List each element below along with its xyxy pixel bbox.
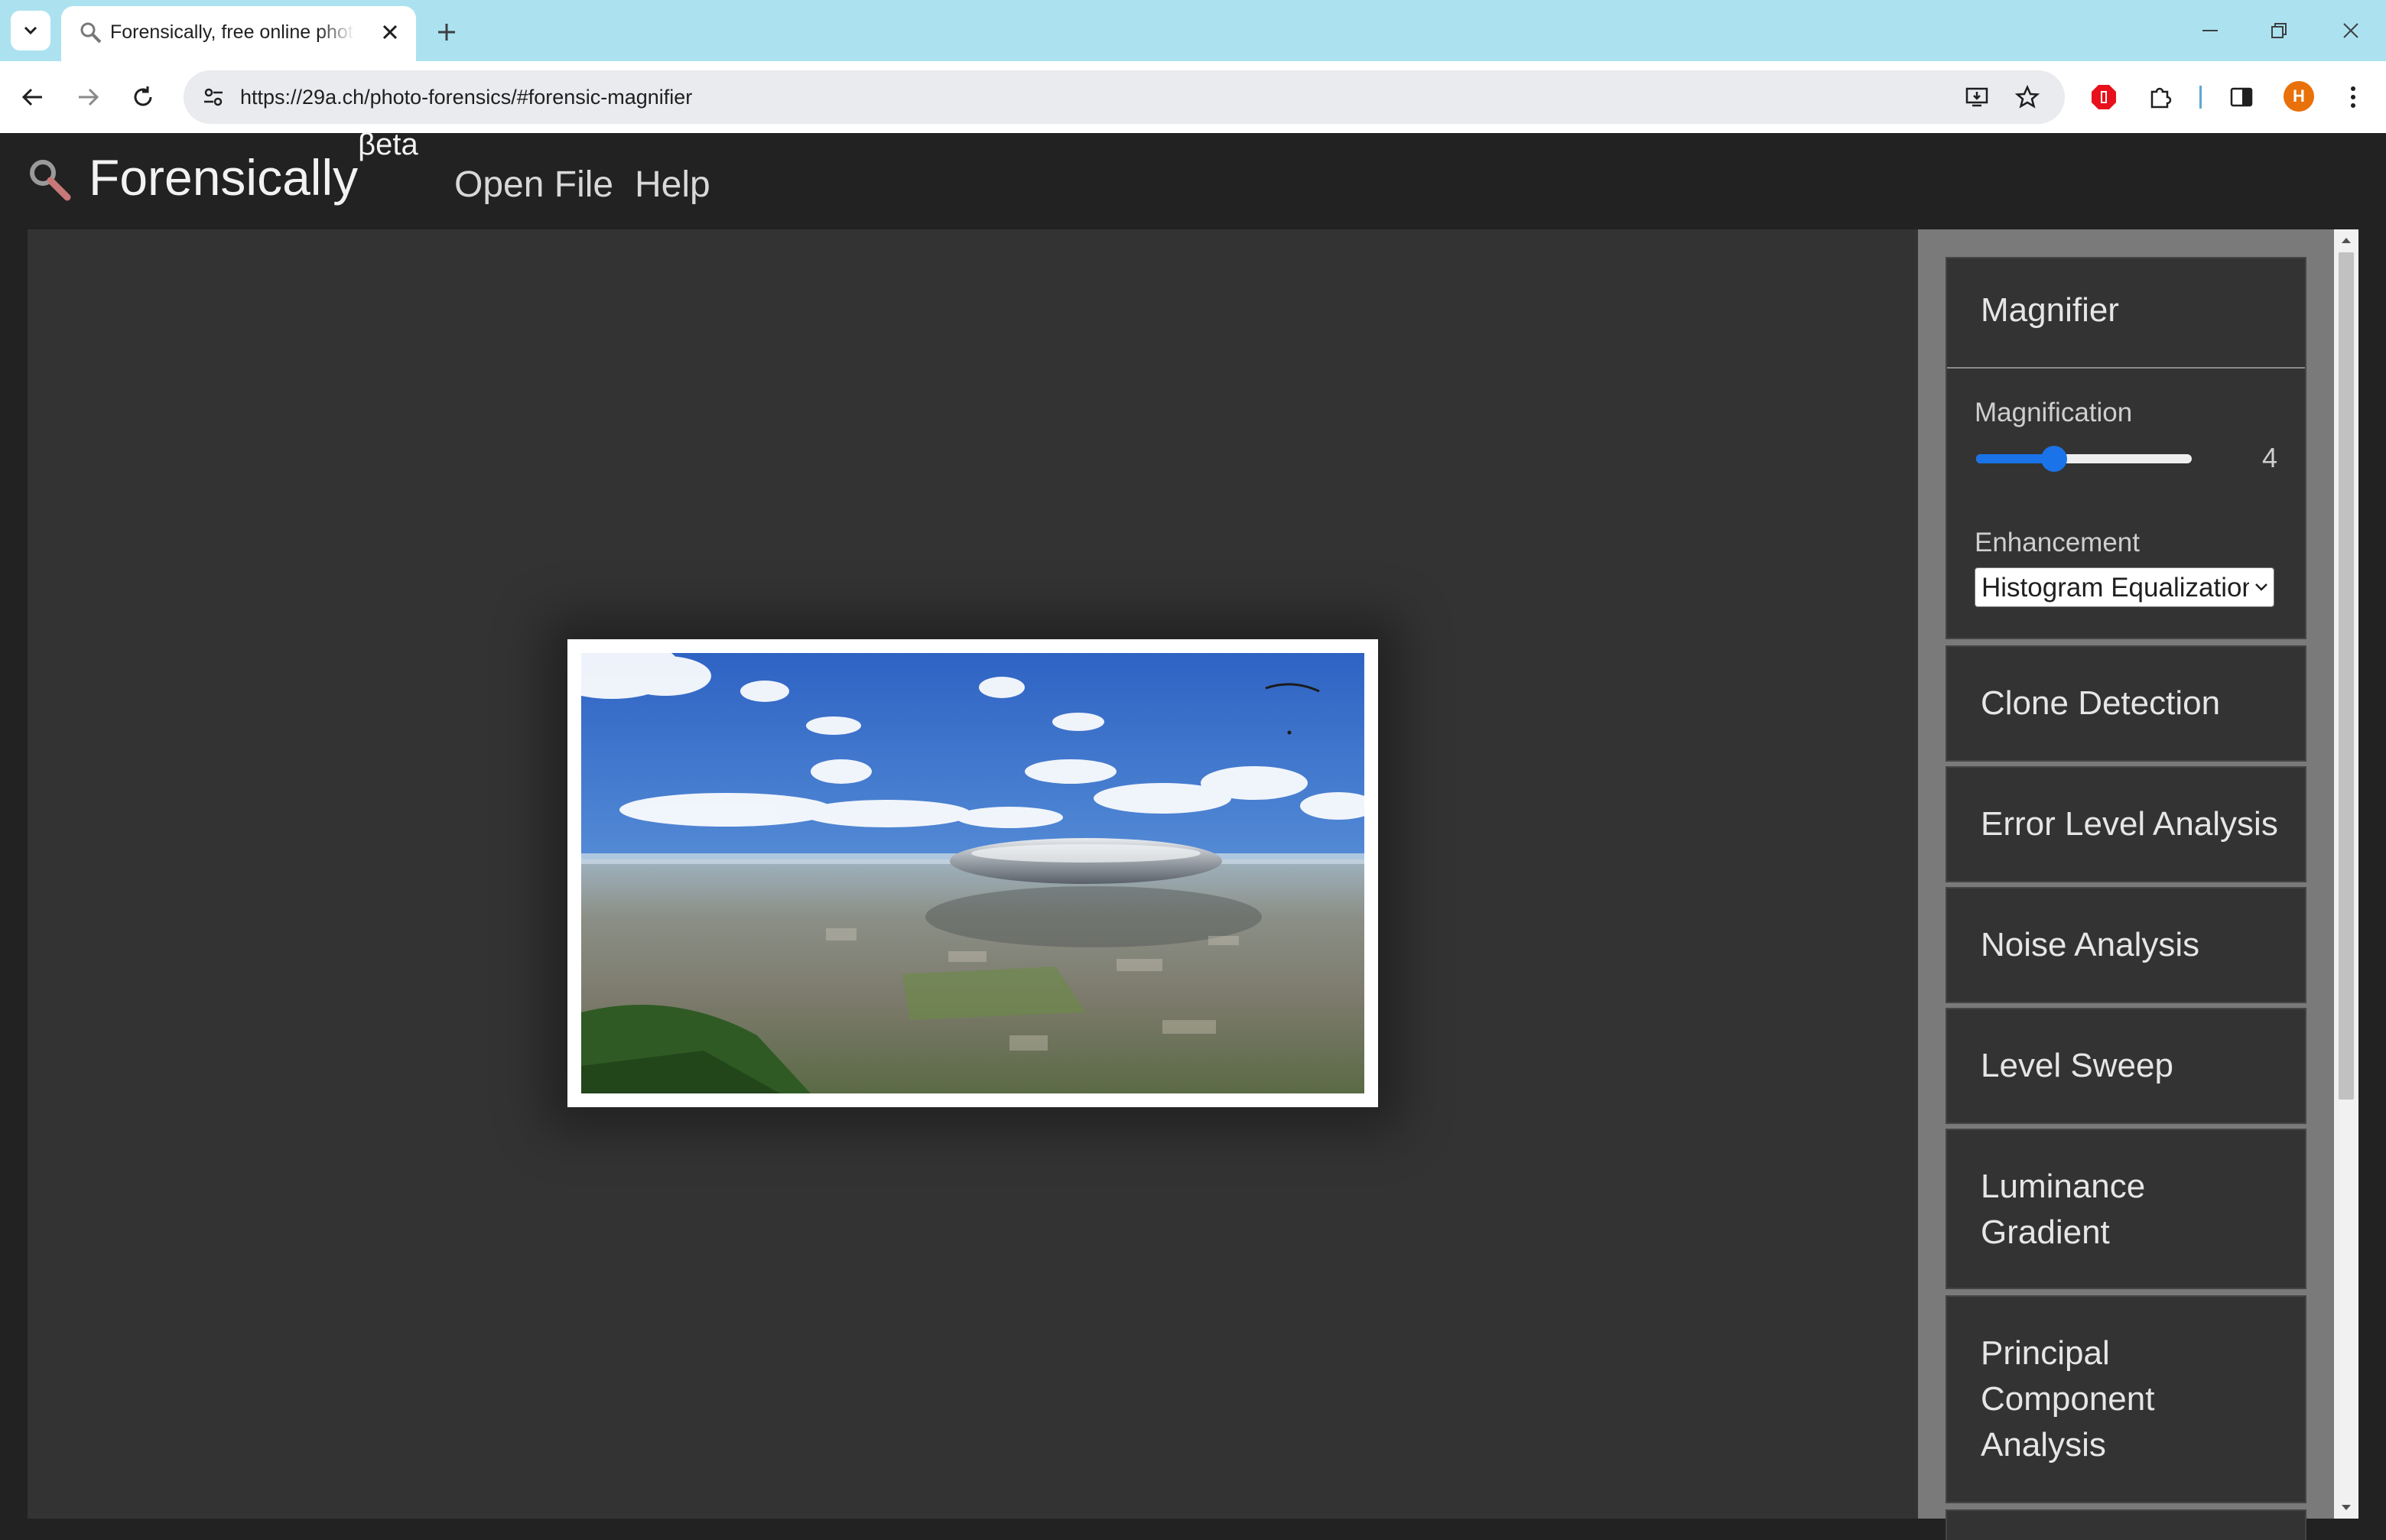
tool-principal-component-analysis[interactable]: Principal Component Analysis xyxy=(1946,1295,2306,1503)
tools-sidebar: Magnifier Magnification 4 Enhancement Hi… xyxy=(1918,229,2334,1540)
image-frame xyxy=(567,639,1378,1107)
magnifier-favicon-icon xyxy=(80,22,102,44)
restore-icon xyxy=(2271,23,2287,38)
site-info-icon[interactable] xyxy=(196,80,231,115)
tool-level-sweep[interactable]: Level Sweep xyxy=(1946,1008,2306,1124)
help-link[interactable]: Help xyxy=(635,164,710,206)
chevron-down-icon xyxy=(2252,576,2271,599)
tool-label: Clone Detection xyxy=(1981,684,2221,722)
install-app-icon[interactable] xyxy=(1959,80,1994,115)
minimize-icon xyxy=(2202,30,2218,31)
tool-label: Noise Analysis xyxy=(1981,926,2200,963)
open-file-link[interactable]: Open File xyxy=(454,164,613,206)
bookmark-star-icon[interactable] xyxy=(2010,80,2045,115)
tab-title: Forensically, free online photo forensic… xyxy=(110,21,355,43)
tool-label: Luminance Gradient xyxy=(1981,1168,2146,1251)
enhancement-select-value: Histogram Equalization xyxy=(1981,573,2249,603)
side-panel-icon[interactable] xyxy=(2222,78,2261,116)
magnification-slider[interactable] xyxy=(1976,446,2192,472)
profile-avatar[interactable]: H xyxy=(2284,81,2314,112)
scrollbar-thumb[interactable] xyxy=(2339,252,2354,1100)
magnifier-logo-icon xyxy=(30,160,71,201)
page-right-edge xyxy=(2358,229,2386,1519)
address-bar[interactable]: https://29a.ch/photo-forensics/#forensic… xyxy=(184,70,2065,124)
tool-noise-analysis[interactable]: Noise Analysis xyxy=(1946,887,2306,1003)
enhancement-select[interactable]: Histogram Equalization xyxy=(1975,567,2274,607)
back-button[interactable] xyxy=(12,76,54,118)
reload-icon xyxy=(134,86,152,106)
brand-name: Forensically xyxy=(89,149,359,206)
forensically-page: Forensicallyβeta Open File Help Magnifie… xyxy=(0,128,2386,1540)
toolbar-separator xyxy=(2199,86,2202,109)
brand-beta: βeta xyxy=(358,128,418,161)
enhancement-label: Enhancement xyxy=(1975,528,2140,557)
forward-button[interactable] xyxy=(67,76,109,118)
image-canvas-area[interactable] xyxy=(28,229,1918,1519)
extensions-puzzle-icon[interactable] xyxy=(2141,78,2180,116)
adblock-extension-icon[interactable] xyxy=(2085,78,2123,116)
ufo-city-photo[interactable] xyxy=(581,653,1364,1093)
plus-icon xyxy=(438,24,455,41)
browser-toolbar: https://29a.ch/photo-forensics/#forensic… xyxy=(0,61,2386,134)
arrow-left-icon xyxy=(21,88,42,106)
minimize-button[interactable] xyxy=(2187,14,2233,47)
restore-button[interactable] xyxy=(2256,14,2302,47)
arrow-right-icon xyxy=(79,88,99,106)
tool-next-partial[interactable] xyxy=(1946,1509,2306,1540)
scroll-up-icon[interactable] xyxy=(2337,231,2355,249)
tool-error-level-analysis[interactable]: Error Level Analysis xyxy=(1946,766,2306,882)
tool-label: Level Sweep xyxy=(1981,1047,2173,1084)
magnification-value: 4 xyxy=(2261,442,2277,473)
tool-label: Error Level Analysis xyxy=(1981,805,2278,843)
magnification-label: Magnification xyxy=(1975,398,2133,427)
tool-label: Principal Component Analysis xyxy=(1981,1334,2155,1464)
magnifier-panel: Magnifier Magnification 4 Enhancement Hi… xyxy=(1946,257,2306,639)
tool-luminance-gradient[interactable]: Luminance Gradient xyxy=(1946,1129,2306,1289)
browser-tab-active[interactable]: Forensically, free online photo forensic… xyxy=(61,6,416,61)
browser-menu-icon[interactable] xyxy=(2334,78,2372,116)
tab-close-icon[interactable] xyxy=(375,17,405,47)
scroll-down-icon[interactable] xyxy=(2337,1499,2355,1517)
close-window-button[interactable] xyxy=(2328,14,2374,47)
new-tab-button[interactable] xyxy=(430,15,463,49)
panel-divider xyxy=(1947,367,2305,369)
tab-search-button[interactable] xyxy=(11,11,50,50)
browser-tabstrip: Forensically, free online photo forensic… xyxy=(0,0,2386,61)
chevron-down-icon xyxy=(24,26,37,35)
url-text[interactable]: https://29a.ch/photo-forensics/#forensic… xyxy=(240,86,692,109)
app-brand[interactable]: Forensicallyβeta xyxy=(89,128,418,206)
close-icon xyxy=(2343,23,2358,38)
sidebar-scrollbar[interactable] xyxy=(2334,229,2358,1519)
magnifier-title[interactable]: Magnifier xyxy=(1981,288,2119,333)
magnification-slider-thumb[interactable] xyxy=(2040,446,2067,472)
tool-clone-detection[interactable]: Clone Detection xyxy=(1946,645,2306,762)
reload-button[interactable] xyxy=(122,76,164,118)
